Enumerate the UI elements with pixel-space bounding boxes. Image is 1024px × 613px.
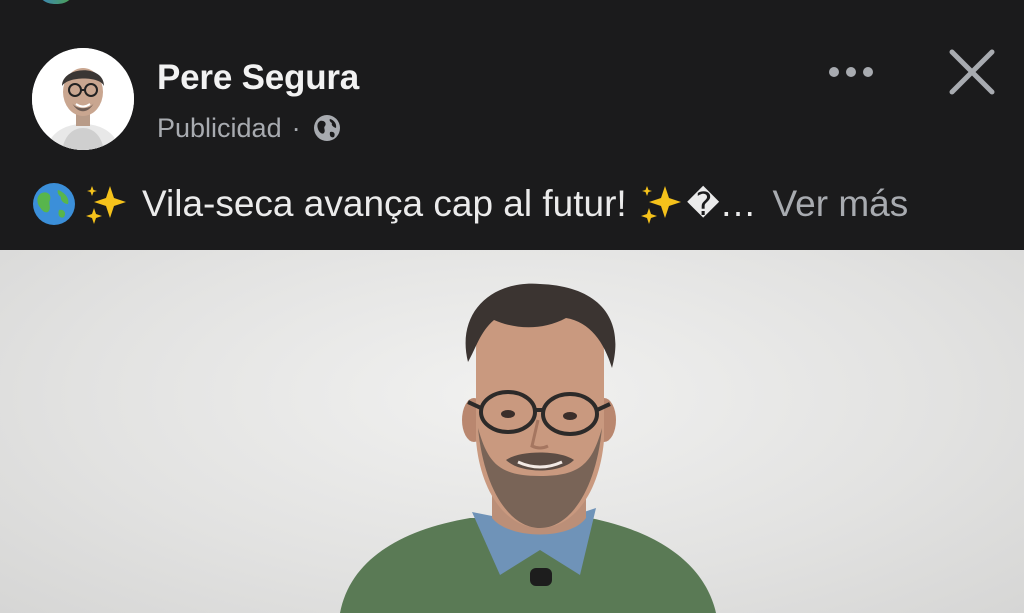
more-dot [846, 67, 856, 77]
author-name[interactable]: Pere Segura [157, 58, 359, 98]
globe-icon [311, 112, 343, 144]
more-horizontal-icon [829, 67, 839, 77]
sparkles-emoji-icon [639, 182, 683, 226]
replacement-character-icon: � [686, 185, 720, 223]
caption-truncation: … [719, 183, 757, 224]
see-more-link[interactable]: Ver más [773, 183, 909, 225]
sponsored-label[interactable]: Publicidad [157, 113, 282, 144]
portrait-photo [340, 283, 716, 613]
close-button[interactable] [944, 42, 1000, 102]
more-options-button[interactable] [820, 52, 882, 92]
more-dot [863, 67, 873, 77]
post-meta: Publicidad · [157, 110, 343, 146]
ad-post-header: Pere Segura Publicidad · Vila-seca avanç… [0, 6, 1024, 246]
meta-separator: · [291, 112, 301, 143]
sparkles-emoji-icon [84, 182, 128, 226]
avatar[interactable] [32, 48, 134, 150]
post-caption: Vila-seca avança cap al futur! � … Ver m… [32, 180, 1002, 228]
post-image[interactable] [0, 250, 1024, 613]
close-icon [949, 49, 995, 95]
previous-emoji-partial [36, 0, 76, 4]
earth-globe-emoji-icon [32, 182, 76, 226]
caption-text: Vila-seca avança cap al futur! [142, 183, 627, 224]
